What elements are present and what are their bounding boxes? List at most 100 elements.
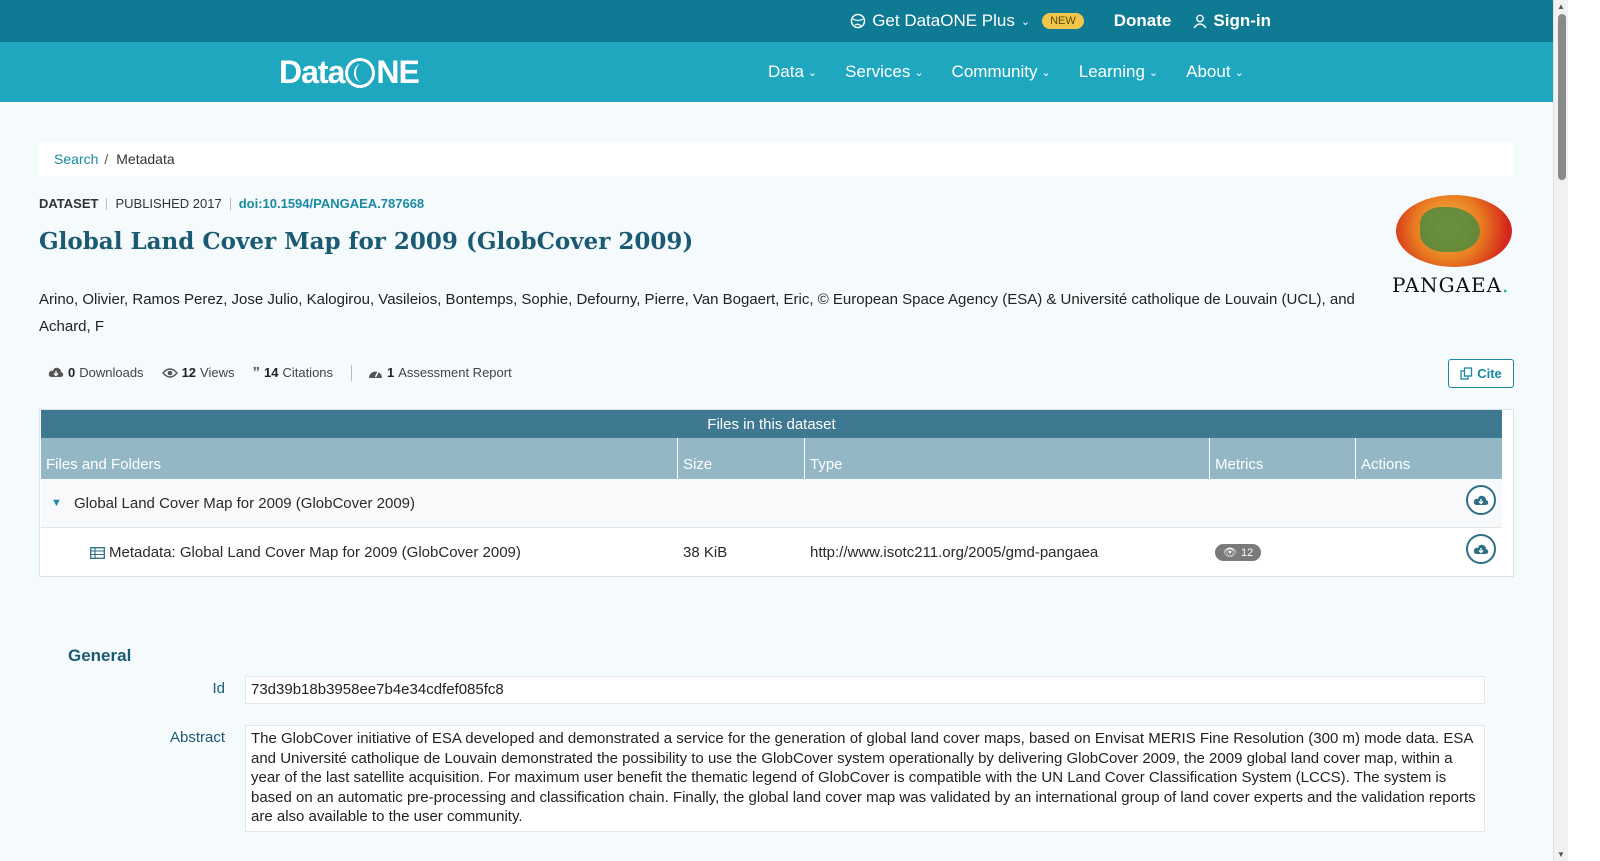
logo-text-data: Data: [279, 54, 345, 90]
chevron-down-icon: ⌄: [1020, 15, 1031, 28]
column-header-files[interactable]: Files and Folders: [41, 438, 678, 479]
pangaea-logo[interactable]: PANGAEA.: [1390, 195, 1515, 297]
user-icon: [1193, 14, 1207, 28]
logo-text-ne: NE: [376, 54, 419, 90]
cite-button[interactable]: Cite: [1448, 359, 1514, 388]
cite-label: Cite: [1477, 366, 1502, 381]
id-label: Id: [212, 680, 225, 697]
get-dataone-plus-menu[interactable]: Get DataONE Plus ⌄ NEW: [850, 11, 1084, 31]
nav-item-community[interactable]: Community ⌄: [952, 62, 1051, 82]
breadcrumb-separator: /: [104, 151, 109, 167]
chevron-down-icon: ⌄: [1041, 66, 1051, 79]
nav-item-learning[interactable]: Learning ⌄: [1079, 62, 1158, 82]
cloud-download-icon: [1473, 544, 1489, 554]
nav-item-label: Community: [951, 62, 1038, 81]
dataset-title: Global Land Cover Map for 2009 (GlobCove…: [39, 228, 694, 255]
column-header-metrics[interactable]: Metrics: [1210, 438, 1356, 479]
assessment-stat[interactable]: 1 Assessment Report: [368, 365, 512, 380]
nav-item-data[interactable]: Data ⌄: [768, 62, 817, 82]
files-table-header: Files and Folders Size Type Metrics Acti…: [41, 438, 1502, 479]
globe-icon: [850, 13, 866, 29]
divider: [351, 364, 353, 381]
general-section-heading: General: [68, 646, 132, 665]
divider: [106, 197, 108, 210]
pangaea-land-shape: [1420, 207, 1480, 252]
file-views-count: 12: [1240, 546, 1254, 559]
citations-count: 14: [263, 365, 279, 380]
quote-icon: ”: [252, 364, 260, 381]
abstract-value: The GlobCover initiative of ESA develope…: [245, 725, 1485, 832]
table-row-file: Metadata: Global Land Cover Map for 2009…: [41, 528, 1502, 577]
citations-stat: ” 14 Citations: [252, 364, 333, 381]
file-type: http://www.isotc211.org/2005/gmd-pangaea: [810, 544, 1099, 561]
views-stat: 12 Views: [161, 365, 235, 380]
breadcrumb: Search / Metadata: [39, 142, 1514, 176]
files-table: Files in this dataset Files and Folders …: [39, 409, 1514, 577]
dataset-meta-line: DATASET PUBLISHED 2017 doi:10.1594/PANGA…: [39, 196, 424, 211]
dataset-authors: Arino, Olivier, Ramos Perez, Jose Julio,…: [39, 291, 1355, 335]
scrollbar-thumb[interactable]: [1558, 14, 1566, 180]
files-table-caption: Files in this dataset: [41, 410, 1502, 438]
chevron-down-icon: ⌄: [914, 66, 924, 79]
breadcrumb-search-link[interactable]: Search: [54, 151, 98, 167]
pangaea-name: PANGAEA: [1392, 273, 1503, 297]
nav-item-services[interactable]: Services ⌄: [845, 62, 923, 82]
cloud-download-icon: [1473, 495, 1489, 505]
abstract-label: Abstract: [169, 729, 225, 746]
views-label: Views: [200, 365, 235, 380]
eye-icon: [161, 367, 178, 378]
signin-link[interactable]: Sign-in: [1193, 11, 1271, 31]
published-label: PUBLISHED 2017: [115, 196, 222, 211]
new-badge: NEW: [1042, 13, 1084, 29]
downloads-count: 0: [68, 365, 76, 380]
table-icon: [90, 546, 105, 559]
utility-bar: Get DataONE Plus ⌄ NEW Donate Sign-in: [0, 0, 1553, 42]
pangaea-logo-text: PANGAEA.: [1392, 273, 1509, 297]
assessment-label: Assessment Report: [398, 365, 512, 380]
get-dataone-plus-label: Get DataONE Plus: [872, 11, 1015, 30]
citations-label: Citations: [282, 365, 334, 380]
column-header-actions[interactable]: Actions: [1356, 438, 1502, 479]
assessment-count: 1: [387, 365, 395, 380]
nav-item-label: Services: [845, 62, 911, 81]
nav-item-label: Learning: [1078, 62, 1145, 81]
package-name[interactable]: Global Land Cover Map for 2009 (GlobCove…: [74, 495, 415, 512]
chevron-down-icon: ⌄: [1148, 66, 1159, 79]
doi-link[interactable]: doi:10.1594/PANGAEA.787668: [239, 196, 424, 211]
gauge-icon: [369, 371, 383, 378]
eye-icon: 👁: [1223, 547, 1237, 559]
dataset-type-label: DATASET: [39, 196, 99, 211]
file-name[interactable]: Metadata: Global Land Cover Map for 2009…: [109, 544, 521, 561]
dataset-stats: 0 Downloads 12 Views ” 14 Citations 1 As…: [48, 364, 530, 381]
window-edge: [1568, 0, 1600, 861]
scroll-down-icon[interactable]: ▼: [1557, 850, 1565, 859]
file-size: 38 KiB: [683, 544, 728, 561]
download-file-button[interactable]: [1466, 534, 1496, 564]
page-scrollbar[interactable]: ▲ ▼: [1553, 0, 1568, 861]
downloads-label: Downloads: [79, 365, 144, 380]
chevron-down-icon: ⌄: [807, 66, 818, 79]
cloud-download-icon: [48, 367, 64, 377]
file-views-badge: 👁 12: [1215, 544, 1262, 561]
column-header-type[interactable]: Type: [805, 438, 1210, 479]
divider: [229, 197, 231, 210]
id-value: 73d39b18b3958ee7b4e34cdfef085fc8: [245, 676, 1485, 704]
nav-menu: Data ⌄ Services ⌄ Community ⌄ Learning ⌄ Abo…: [768, 62, 1244, 82]
main-navigation: Data NE Data ⌄ Services ⌄ Community ⌄ Learni…: [0, 42, 1553, 102]
pangaea-dot: .: [1502, 273, 1510, 297]
dataone-logo[interactable]: Data NE: [279, 54, 420, 91]
caret-down-icon[interactable]: ▼: [51, 497, 62, 509]
logo-globe-icon: [345, 57, 376, 88]
column-header-size[interactable]: Size: [678, 438, 805, 479]
download-package-button[interactable]: [1466, 485, 1496, 515]
breadcrumb-current: Metadata: [116, 151, 175, 167]
table-row-package: ▼ Global Land Cover Map for 2009 (GlobCo…: [41, 479, 1502, 528]
scroll-up-icon[interactable]: ▲: [1557, 2, 1565, 11]
downloads-stat: 0 Downloads: [48, 365, 144, 380]
views-count: 12: [181, 365, 197, 380]
copy-icon: [1460, 367, 1473, 380]
nav-item-label: Data: [768, 62, 804, 81]
nav-item-about[interactable]: About ⌄: [1186, 62, 1244, 82]
nav-item-label: About: [1186, 62, 1231, 81]
donate-link[interactable]: Donate: [1114, 11, 1172, 31]
